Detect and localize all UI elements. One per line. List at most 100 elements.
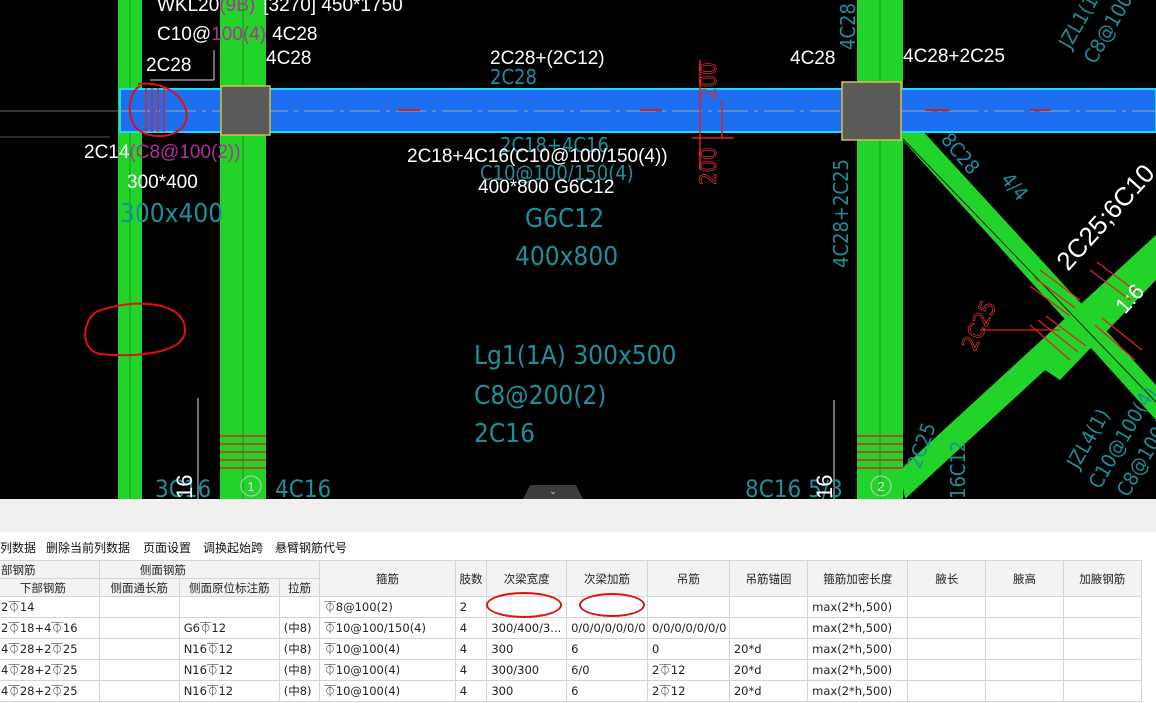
table-cell[interactable]: N16⏁12 [178,680,280,702]
table-cell[interactable]: max(2*h,500) [807,617,909,639]
table-cell[interactable]: 300 [486,638,568,660]
table-cell[interactable]: 2 [454,596,488,618]
table-cell[interactable]: 6/0 [566,659,648,681]
table-cell[interactable]: 300 [486,680,568,702]
header-secondary-beam-width[interactable]: 次梁宽度 [486,560,568,597]
header-haunch-rebar[interactable]: 加腋钢筋 [1062,560,1143,597]
table-cell[interactable]: (中8) [278,617,321,639]
table-cell[interactable]: 20*d [728,638,809,660]
table-cell[interactable] [907,596,987,618]
table-cell[interactable]: 4 [454,680,488,702]
table-row[interactable]: 2⏁14 ⏁8@100(2) 2 max(2*h,500) [0,596,1143,618]
table-cell[interactable] [1062,617,1143,639]
table-cell[interactable] [98,638,180,660]
table-cell[interactable]: 6 [566,638,648,660]
table-cell[interactable]: 6 [566,680,648,702]
header-hanger-anchorage[interactable]: 吊筋锚固 [728,560,809,597]
table-cell[interactable]: N16⏁12 [178,638,280,660]
table-cell[interactable] [98,680,180,702]
table-cell[interactable]: max(2*h,500) [807,638,909,660]
header-haunch-height[interactable]: 腋高 [985,560,1064,597]
header-stirrup-dense-length[interactable]: 箍筋加密长度 [807,560,909,597]
table-cell[interactable]: ⏁10@100/150(4) [319,617,456,639]
table-cell[interactable] [98,617,180,639]
panel-splitter[interactable]: ⌄ [0,485,1156,532]
table-cell[interactable]: 4⏁28+2⏁25 [0,638,100,660]
table-cell[interactable]: max(2*h,500) [807,596,909,618]
toolbar-copy-column-data[interactable]: 列数据 [0,539,36,556]
table-cell[interactable]: 4 [454,617,488,639]
table-cell[interactable] [907,659,987,681]
table-cell[interactable]: 0 [646,638,730,660]
table-cell[interactable] [985,638,1064,660]
table-cell[interactable] [98,659,180,681]
toolbar-page-settings[interactable]: 页面设置 [143,539,191,556]
collapse-panel-button[interactable]: ⌄ [523,485,583,499]
table-cell[interactable] [907,617,987,639]
table-row[interactable]: 4⏁28+2⏁25 N16⏁12 (中8) ⏁10@100(4) 4 300 6 0 20*d m… [0,638,1143,660]
table-cell[interactable]: 300/300 [486,659,568,681]
table-cell[interactable]: ⏁10@100(4) [319,659,456,681]
table-cell[interactable] [98,596,180,618]
header-secondary-beam-rebar[interactable]: 次梁加筋 [566,560,648,597]
table-cell[interactable]: ⏁8@100(2) [319,596,456,618]
cad-drawing-canvas[interactable]: 1 2 300x400 G6C12 400x800 Lg1(1A) 300x50… [0,0,1156,499]
header-stirrup[interactable]: 箍筋 [319,560,456,597]
table-cell[interactable]: 2⏁18+4⏁16 [0,617,100,639]
table-cell[interactable] [728,617,809,639]
table-cell[interactable]: 2⏁12 [646,680,730,702]
header-hanger-rebar[interactable]: 吊筋 [646,560,730,597]
table-cell[interactable] [1062,680,1143,702]
table-cell[interactable] [907,680,987,702]
table-cell[interactable] [178,596,280,618]
table-cell[interactable]: 2⏁14 [0,596,100,618]
table-cell[interactable] [985,596,1064,618]
header-haunch-length[interactable]: 腋长 [907,560,987,597]
table-cell[interactable]: max(2*h,500) [807,680,909,702]
header-side-continuous[interactable]: 侧面通长筋 [98,578,180,597]
table-cell[interactable] [1062,596,1143,618]
table-cell[interactable]: 4⏁28+2⏁25 [0,659,100,681]
table-cell[interactable] [728,596,809,618]
table-row[interactable]: 4⏁28+2⏁25 N16⏁12 (中8) ⏁10@100(4) 4 300/300 6/0… [0,659,1143,681]
table-cell[interactable]: 20*d [728,680,809,702]
table-cell[interactable] [278,596,321,618]
header-legs[interactable]: 肢数 [454,560,488,597]
table-cell[interactable]: N16⏁12 [178,659,280,681]
table-cell[interactable] [907,638,987,660]
table-cell[interactable] [486,596,568,618]
table-cell[interactable]: (中8) [278,638,321,660]
table-cell[interactable]: 300/400/3... [486,617,568,639]
table-cell[interactable] [646,596,730,618]
table-cell[interactable] [985,659,1064,681]
table-cell[interactable]: 20*d [728,659,809,681]
table-cell[interactable]: 0/0/0/0/0/0/0 [646,617,730,639]
header-side-in-situ[interactable]: 侧面原位标注筋 [178,578,280,597]
table-cell[interactable]: ⏁10@100(4) [319,680,456,702]
table-cell[interactable] [1062,659,1143,681]
table-cell[interactable]: 2⏁12 [646,659,730,681]
table-cell[interactable] [1062,638,1143,660]
toolbar-swap-start-span[interactable]: 调换起始跨 [203,539,263,556]
label-edge-16-left: 16 [172,475,197,499]
table-cell[interactable] [985,680,1064,702]
toolbar-cantilever-code[interactable]: 悬臂钢筋代号 [275,539,347,556]
table-cell[interactable]: 4⏁28+2⏁25 [0,680,100,702]
table-row[interactable]: 2⏁18+4⏁16 G6⏁12 (中8) ⏁10@100/150(4) 4 300/400… [0,617,1143,639]
svg-text:WKL20(9B)[3270] 450*1750: WKL20(9B) [3270] 450*1750 [157,0,403,16]
table-cell[interactable]: 0/0/0/0/0/0/0 [566,617,648,639]
table-row[interactable]: 4⏁28+2⏁25 N16⏁12 (中8) ⏁10@100(4) 4 300 6 2⏁12 20… [0,680,1143,702]
table-cell[interactable]: 4 [454,638,488,660]
table-cell[interactable]: G6⏁12 [178,617,280,639]
table-cell[interactable] [566,596,648,618]
header-tie-bar[interactable]: 拉筋 [278,578,321,597]
table-cell[interactable] [985,617,1064,639]
table-cell[interactable]: ⏁10@100(4) [319,638,456,660]
table-cell[interactable]: 4 [454,659,488,681]
header-bottom-rebar[interactable]: 下部钢筋 [0,578,100,597]
table-cell[interactable]: (中8) [278,680,321,702]
table-cell[interactable]: max(2*h,500) [807,659,909,681]
toolbar-delete-column-data[interactable]: 删除当前列数据 [46,539,130,556]
table-cell[interactable]: (中8) [278,659,321,681]
label-9b: (9B) [219,0,255,16]
